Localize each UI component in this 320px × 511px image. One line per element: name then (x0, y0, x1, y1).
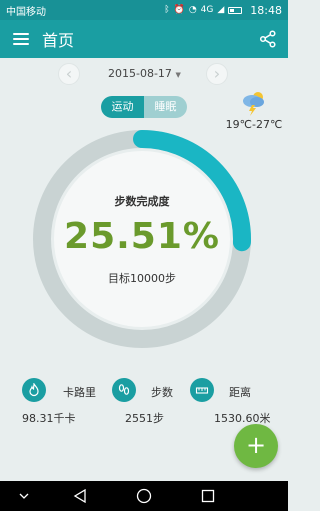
recent-apps-icon[interactable] (194, 481, 222, 511)
stat-value: 2551步 (125, 412, 164, 425)
chevron-right-icon[interactable]: › (206, 63, 228, 85)
date-navigation: ‹ 2015-08-17 ▼ › (0, 60, 288, 88)
stat-value: 98.31千卡 (22, 412, 76, 425)
progress-ring: 步数完成度 25.51% 目标10000步 (31, 128, 253, 350)
tab-sleep[interactable]: 睡眠 (144, 96, 187, 118)
carrier-name: 中国移动 (6, 6, 46, 18)
status-icons: ᛒ ⏰ ◔ 4G ◢ 18:48 (164, 4, 282, 17)
system-nav-bar (0, 481, 288, 511)
tab-exercise[interactable]: 运动 (101, 96, 144, 118)
progress-goal: 目标10000步 (108, 272, 176, 285)
ruler-icon (190, 378, 214, 402)
stat-label: 步数 (151, 386, 173, 399)
progress-label: 步数完成度 (114, 195, 170, 208)
page-title: 首页 (42, 31, 75, 50)
mode-toggle: 运动 睡眠 (101, 96, 187, 118)
progress-percent: 25.51% (64, 216, 220, 257)
footprints-icon (112, 378, 136, 402)
weather-widget[interactable]: 19℃-27℃ (224, 88, 284, 131)
network-type: 4G (200, 5, 214, 15)
caret-down-icon: ▼ (175, 71, 181, 79)
back-icon[interactable] (66, 481, 94, 511)
bluetooth-icon: ᛒ (164, 5, 170, 15)
date-selector[interactable]: 2015-08-17 ▼ (108, 67, 181, 80)
progress-center: 步数完成度 25.51% 目标10000步 (31, 128, 253, 350)
signal-icon: ◢ (217, 5, 225, 15)
chevron-left-icon[interactable]: ‹ (58, 63, 80, 85)
status-bar: 中国移动 ᛒ ⏰ ◔ 4G ◢ 18:48 (0, 0, 288, 20)
flame-icon (22, 378, 46, 402)
stat-label: 距离 (229, 386, 251, 399)
thunderstorm-icon (243, 92, 264, 116)
status-time: 18:48 (250, 3, 282, 17)
chevron-down-icon[interactable] (12, 481, 36, 511)
share-icon[interactable] (248, 20, 288, 58)
alarm-icon: ⏰ (173, 5, 185, 15)
stat-value: 1530.60米 (214, 412, 271, 425)
menu-icon[interactable] (0, 20, 42, 58)
stat-label: 卡路里 (63, 386, 96, 399)
app-bar: 首页 (0, 20, 288, 58)
date-value: 2015-08-17 (108, 67, 172, 80)
battery-icon (228, 6, 243, 14)
add-button[interactable]: + (234, 424, 278, 468)
wifi-icon: ◔ (188, 5, 197, 15)
home-icon[interactable] (130, 481, 158, 511)
